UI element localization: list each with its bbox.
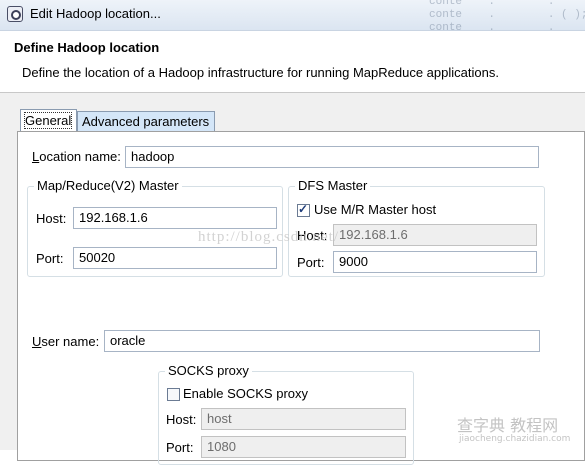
tab-general[interactable]: General <box>20 109 77 131</box>
dialog-heading: Define Hadoop location <box>14 40 160 55</box>
socks-host-label: Host: <box>166 412 197 427</box>
location-name-label: Location name: <box>32 149 121 164</box>
tab-general-label: General <box>23 112 73 129</box>
dfs-port-input[interactable]: 9000 <box>333 251 537 273</box>
socks-host-input[interactable]: host <box>201 408 406 430</box>
use-mr-master-label: Use M/R Master host <box>314 202 437 217</box>
socks-proxy-legend: SOCKS proxy <box>165 363 252 378</box>
user-name-label: User name: <box>32 334 100 349</box>
window-titlebar[interactable]: Edit Hadoop location... conte . . conte … <box>0 0 585 31</box>
site-watermark-name: 查字典 教程网 <box>457 416 559 435</box>
use-mr-master-checkbox[interactable]: ✓ <box>297 202 310 217</box>
mr-host-label: Host: <box>36 211 67 226</box>
blog-watermark: http://blog.csdn.net/ <box>198 229 339 245</box>
site-watermark: 查字典 教程网 jiaocheng.chazidian.com <box>455 410 585 450</box>
tab-advanced-label: Advanced parameters <box>82 114 210 129</box>
eclipse-app-icon <box>7 6 23 22</box>
checkmark-icon: ✓ <box>298 202 309 216</box>
dfs-master-legend: DFS Master <box>295 178 371 193</box>
mapreduce-master-legend: Map/Reduce(V2) Master <box>34 178 182 193</box>
mr-port-label: Port: <box>36 251 64 266</box>
dfs-port-label: Port: <box>297 255 325 270</box>
site-watermark-url: jiaocheng.chazidian.com <box>459 434 571 444</box>
socks-port-input[interactable]: 1080 <box>201 436 406 458</box>
mr-port-input[interactable]: 50020 <box>73 247 277 269</box>
location-name-input[interactable]: hadoop <box>125 146 539 168</box>
window-title: Edit Hadoop location... <box>30 6 161 21</box>
socks-port-label: Port: <box>166 440 194 455</box>
dialog-header: Define Hadoop location Define the locati… <box>0 31 585 93</box>
enable-socks-label: Enable SOCKS proxy <box>183 386 309 401</box>
background-editor-code: conte . . conte . . ( ); conte . . <box>429 0 585 31</box>
dialog-content: General Advanced parameters Location nam… <box>0 93 585 465</box>
user-name-input[interactable]: oracle <box>104 330 540 352</box>
tab-advanced-parameters[interactable]: Advanced parameters <box>77 111 215 131</box>
dialog-description: Define the location of a Hadoop infrastr… <box>22 65 499 80</box>
socks-proxy-group: SOCKS proxy Enable SOCKS proxy Host: hos… <box>158 363 414 465</box>
mr-host-input[interactable]: 192.168.1.6 <box>73 207 277 229</box>
enable-socks-checkbox[interactable] <box>167 388 180 401</box>
dfs-host-input[interactable]: 192.168.1.6 <box>333 224 537 246</box>
